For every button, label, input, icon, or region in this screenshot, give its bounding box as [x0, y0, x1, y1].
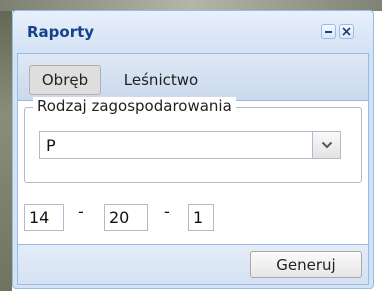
background-map: [0, 0, 12, 291]
number-field-3[interactable]: 1: [188, 204, 214, 231]
number-field-1[interactable]: 14: [24, 204, 64, 231]
dialog-body: Obręb Leśnictwo Rodzaj zagospodarowania …: [17, 53, 369, 285]
close-icon[interactable]: [339, 24, 354, 39]
separator-2: -: [164, 202, 170, 221]
tab-strip: Obręb Leśnictwo: [18, 54, 368, 101]
tab-lesnictwo[interactable]: Leśnictwo: [118, 65, 204, 95]
tab-obreb[interactable]: Obręb: [29, 65, 101, 95]
number-field-2[interactable]: 20: [104, 204, 148, 231]
dialog-footer: Generuj: [18, 244, 368, 284]
generate-button[interactable]: Generuj: [250, 251, 362, 278]
land-use-value: P: [46, 136, 56, 155]
minimize-icon[interactable]: [321, 24, 336, 39]
separator-1: -: [78, 202, 84, 221]
reports-dialog: Raporty Obręb Leśnictwo Rodzaj zagospoda…: [12, 10, 374, 289]
land-use-fieldset: Rodzaj zagospodarowania P: [24, 97, 362, 183]
land-use-combo[interactable]: P: [39, 131, 341, 159]
dialog-title: Raporty: [27, 23, 95, 41]
land-use-legend: Rodzaj zagospodarowania: [33, 97, 236, 115]
chevron-down-icon[interactable]: [312, 132, 340, 158]
dialog-titlebar[interactable]: Raporty: [13, 11, 373, 51]
